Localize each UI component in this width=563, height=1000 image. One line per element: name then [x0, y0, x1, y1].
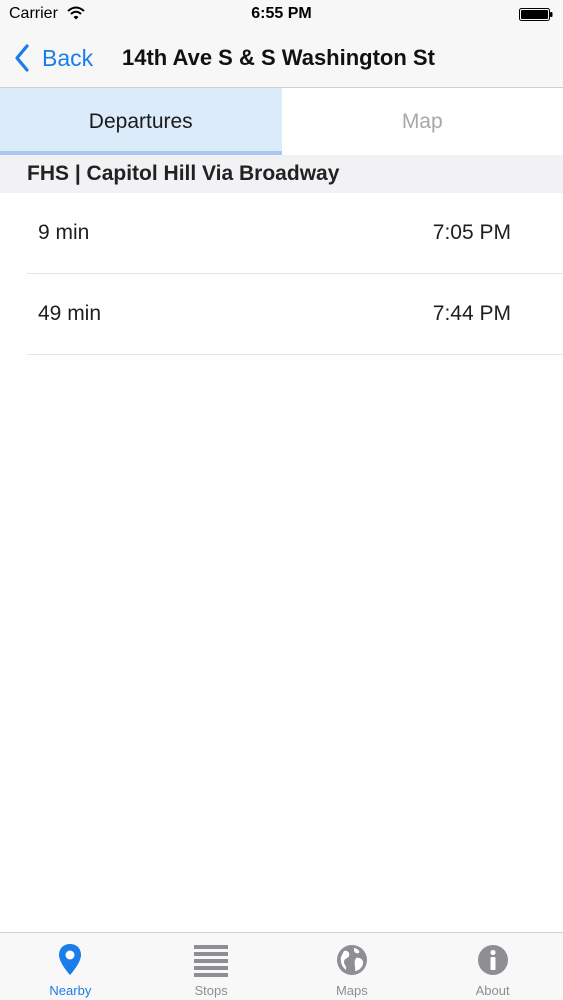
back-button-label: Back: [42, 44, 94, 71]
info-icon: [477, 945, 508, 975]
departure-row[interactable]: 9 min 7:05 PM: [27, 193, 563, 274]
page-title: 14th Ave S & S Washington St: [122, 45, 435, 70]
departure-time: 7:05 PM: [432, 221, 511, 244]
tab-map[interactable]: Map: [281, 88, 563, 155]
screen: Carrier 6:55 PM Back 14th Ave S & S Wash…: [0, 0, 563, 1000]
departure-row[interactable]: 49 min 7:44 PM: [27, 274, 563, 355]
departure-time: 7:44 PM: [432, 302, 511, 325]
status-bar: Carrier 6:55 PM: [0, 0, 563, 30]
tab-bar-label-about: About: [475, 983, 510, 998]
tab-bar-label-stops: Stops: [194, 983, 228, 998]
tab-bar-item-maps[interactable]: Maps: [282, 933, 423, 1000]
segmented-tabs: Departures Map: [0, 88, 563, 155]
globe-icon: [336, 945, 367, 975]
location-pin-icon: [59, 944, 82, 975]
tab-departures[interactable]: Departures: [0, 88, 282, 155]
chevron-left-icon: [15, 44, 29, 72]
tab-bar-label-maps: Maps: [335, 983, 368, 998]
departure-minutes: 9 min: [38, 221, 90, 244]
departure-list: 9 min 7:05 PM 49 min 7:44 PM: [0, 193, 563, 355]
tab-bar-label-nearby: Nearby: [49, 983, 92, 998]
tab-bar-item-stops[interactable]: Stops: [141, 933, 282, 1000]
back-button[interactable]: Back: [14, 40, 93, 76]
tab-bar-item-about[interactable]: About: [422, 933, 563, 1000]
status-time: 6:55 PM: [251, 5, 312, 22]
tab-bar: Nearby Stops Maps About: [0, 932, 563, 1000]
navigation-bar: Back 14th Ave S & S Washington St: [0, 30, 563, 88]
route-section-header: FHS | Capitol Hill Via Broadway: [0, 155, 563, 193]
battery-icon: [519, 8, 553, 21]
list-icon: [194, 945, 229, 977]
tab-bar-item-nearby[interactable]: Nearby: [0, 933, 141, 1000]
departure-minutes: 49 min: [38, 302, 102, 325]
